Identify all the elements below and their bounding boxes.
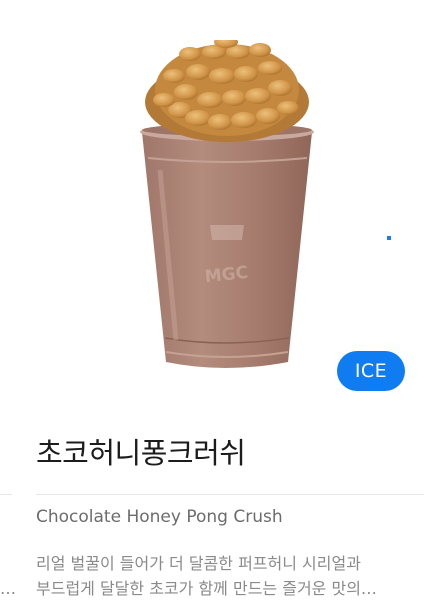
- indicator-dot: [387, 236, 391, 240]
- product-name-english: Chocolate Honey Pong Crush: [36, 507, 283, 527]
- product-name-korean: 초코허니퐁크러쉬: [36, 436, 246, 470]
- product-card[interactable]: MGC ICE 초코허니퐁크러쉬 Chocolate Honey Pong Cr…: [0, 0, 424, 604]
- divider: [36, 494, 424, 495]
- ice-badge[interactable]: ICE: [337, 351, 405, 391]
- description-line: 리얼 벌꿀이 들어가 더 달콤한 퍼프허니 시리얼과: [36, 554, 361, 573]
- description-line: 부드럽게 달달한 초코가 함께 만드는 즐거운 맛의…: [36, 579, 377, 598]
- cereal-topping: [145, 40, 309, 142]
- product-description: 리얼 벌꿀이 들어가 더 달콤한 퍼프허니 시리얼과 부드럽게 달달한 초코가 …: [36, 551, 416, 601]
- product-image: MGC: [140, 40, 314, 368]
- left-card-divider: [0, 494, 12, 495]
- previous-card-ellipsis: …: [0, 579, 16, 598]
